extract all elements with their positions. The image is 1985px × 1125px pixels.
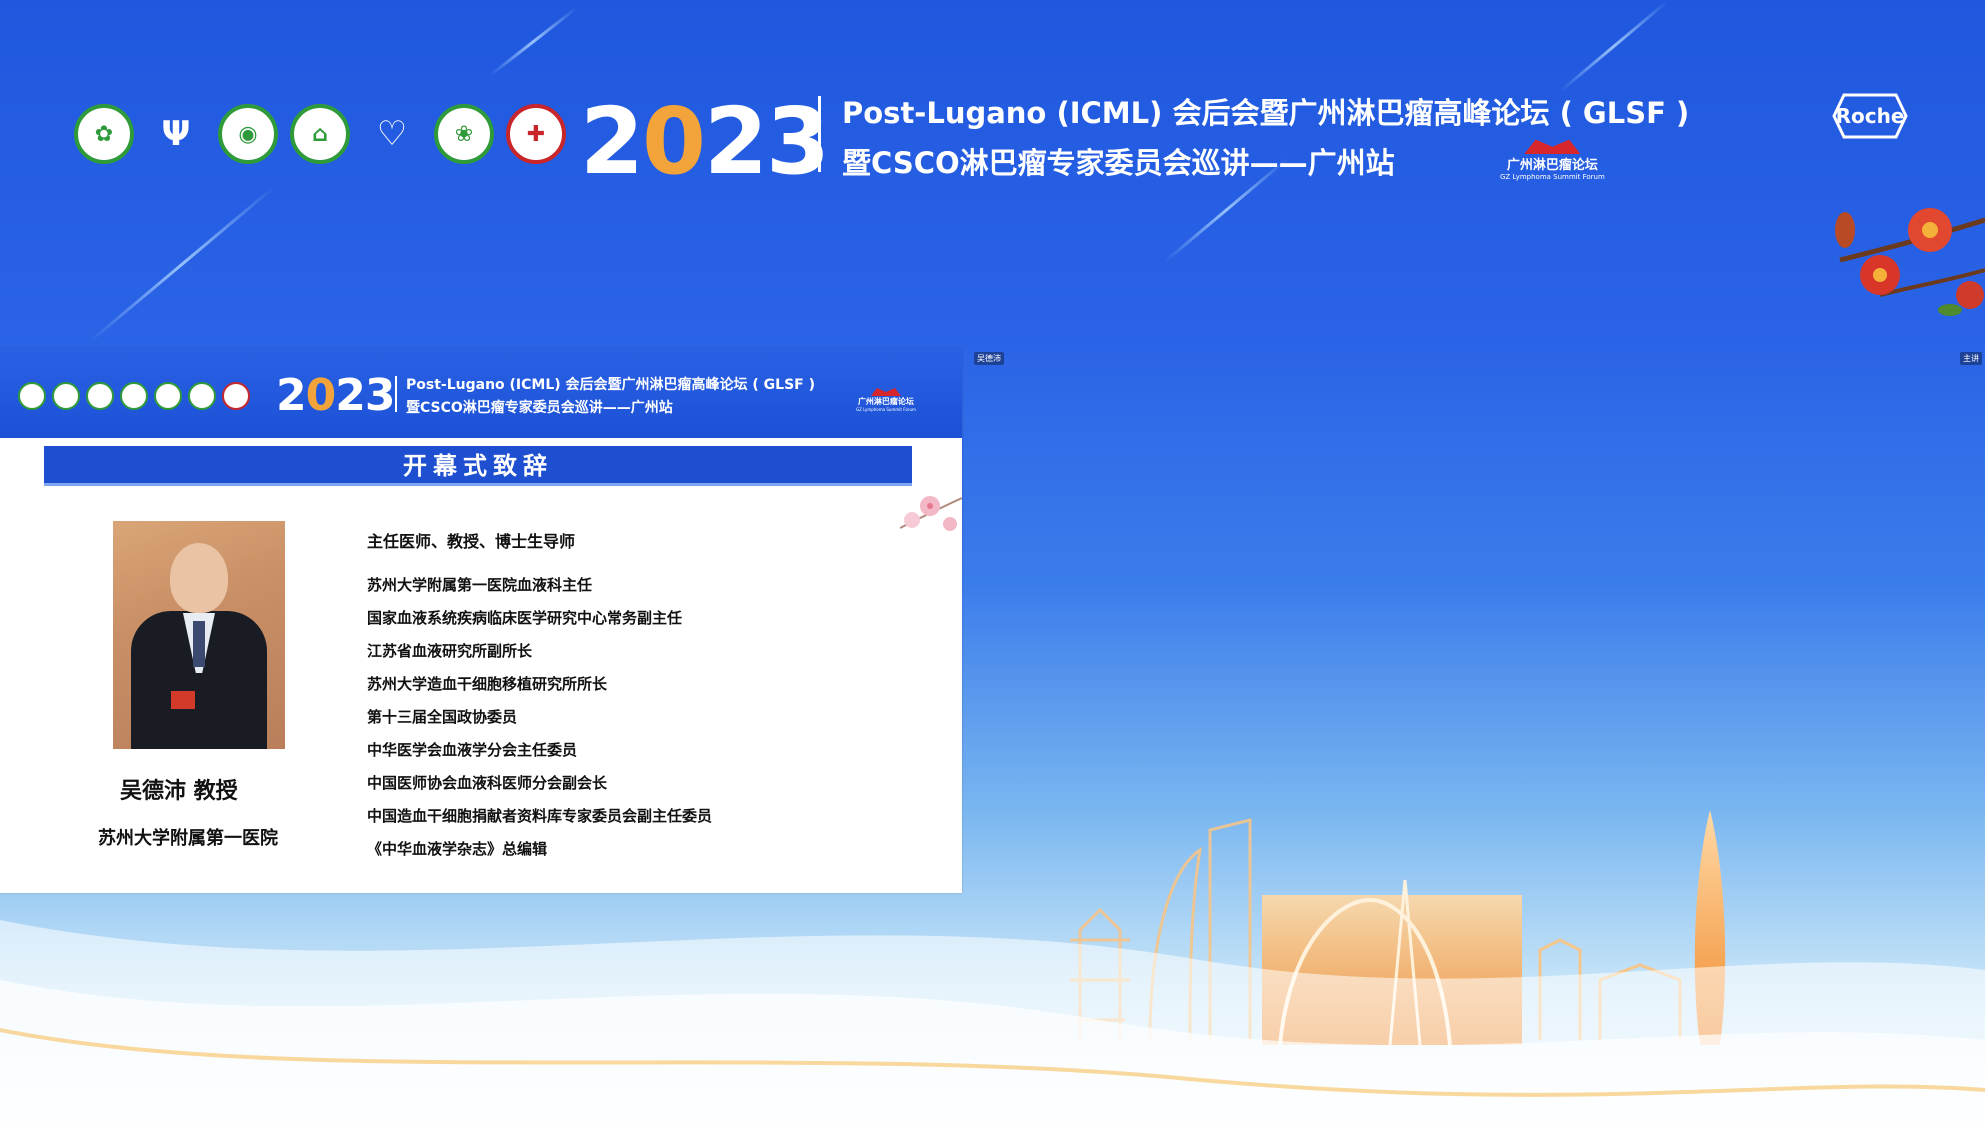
beijing-life-care-icon bbox=[154, 382, 182, 410]
list-item: 中国造血干细胞捐献者资料库专家委员会副主任委员 bbox=[367, 807, 713, 825]
organizer-logos: ✿ Ψ ◉ ⌂ ♡ ❀ ✚ bbox=[74, 104, 566, 164]
speaker-name: 吴德沛 教授 bbox=[120, 779, 238, 804]
delegate-badge-icon bbox=[171, 691, 195, 709]
light-streak bbox=[89, 186, 275, 343]
roche-logo: Roche bbox=[1832, 93, 1908, 139]
speaker-bio-list: 苏州大学附属第一医院血液科主任 国家血液系统疾病临床医学研究中心常务副主任 江苏… bbox=[367, 574, 712, 871]
list-item: 国家血液系统疾病临床医学研究中心常务副主任 bbox=[367, 609, 683, 627]
list-item: 《中华血液学杂志》总编辑 bbox=[367, 840, 548, 858]
green-seal-icon: ✿ bbox=[74, 104, 134, 164]
slide-forum-name-en: GZ Lymphoma Summit Forum bbox=[856, 407, 916, 412]
green-seal-icon: ❀ bbox=[434, 104, 494, 164]
slide-header: 2023 Post-Lugano (ICML) 会后会暨广州淋巴瘤高峰论坛 ( … bbox=[0, 348, 962, 438]
slide-title-line1: Post-Lugano (ICML) 会后会暨广州淋巴瘤高峰论坛 ( GLSF … bbox=[406, 377, 816, 393]
green-ring-icon bbox=[86, 382, 114, 410]
list-item: 中国医师协会血液科医师分会副会长 bbox=[367, 774, 608, 792]
list-item: 苏州大学造血干细胞移植研究所所长 bbox=[367, 675, 608, 693]
event-title-line2: 暨CSCO淋巴瘤专家委员会巡讲——广州站 bbox=[842, 146, 1395, 180]
participant-name-tag: 吴德沛 bbox=[974, 352, 1004, 365]
slide-title-divider bbox=[395, 376, 397, 412]
list-item: 苏州大学附属第一医院血液科主任 bbox=[367, 576, 593, 594]
village-seal-icon: ⌂ bbox=[290, 104, 350, 164]
speaker-portrait bbox=[113, 521, 285, 749]
background-waves bbox=[0, 920, 1985, 1125]
light-streak bbox=[1559, 0, 1669, 93]
speaker-role-tag: 主讲 bbox=[1960, 352, 1982, 365]
meeting-screen: ✿ Ψ ◉ ⌂ ♡ ❀ ✚ 2023 Post-Lugano (ICML) 会后… bbox=[0, 0, 1985, 1125]
speaker-title: 主任医师、教授、博士生导师 bbox=[367, 532, 576, 551]
forum-roof-icon bbox=[870, 388, 901, 396]
red-cross-seal-icon bbox=[222, 382, 250, 410]
slide-title-line2: 暨CSCO淋巴瘤专家委员会巡讲——广州站 bbox=[406, 400, 673, 416]
section-title: 开幕式致辞 bbox=[44, 446, 912, 486]
speaker-organization: 苏州大学附属第一医院 bbox=[98, 828, 278, 849]
green-seal-icon bbox=[188, 382, 216, 410]
green-ring-icon: ◉ bbox=[218, 104, 278, 164]
blossom-decoration-icon bbox=[900, 496, 962, 531]
cscf-figure-icon bbox=[52, 382, 80, 410]
forum-name-cn: 广州淋巴瘤论坛 bbox=[1506, 158, 1598, 173]
forum-name-en: GZ Lymphoma Summit Forum bbox=[1500, 173, 1605, 181]
slide-forum-logo: 广州淋巴瘤论坛 GZ Lymphoma Summit Forum bbox=[856, 386, 916, 412]
green-seal-icon bbox=[18, 382, 46, 410]
kapok-flower-icon bbox=[1835, 208, 1985, 316]
list-item: 中华医学会血液学分会主任委员 bbox=[367, 741, 578, 759]
list-item: 江苏省血液研究所副所长 bbox=[367, 642, 533, 660]
forum-roof-icon bbox=[1524, 139, 1581, 154]
event-title-line1: Post-Lugano (ICML) 会后会暨广州淋巴瘤高峰论坛 ( GLSF … bbox=[842, 96, 1690, 130]
shared-slide: 2023 Post-Lugano (ICML) 会后会暨广州淋巴瘤高峰论坛 ( … bbox=[0, 348, 962, 893]
event-year: 2023 bbox=[580, 88, 830, 195]
forum-logo: 广州淋巴瘤论坛 GZ Lymphoma Summit Forum bbox=[1500, 136, 1605, 181]
village-seal-icon bbox=[120, 382, 148, 410]
slide-forum-name-cn: 广州淋巴瘤论坛 bbox=[857, 397, 914, 406]
light-streak bbox=[489, 6, 578, 77]
beijing-life-care-icon: ♡ bbox=[376, 114, 408, 154]
list-item: 第十三届全国政协委员 bbox=[367, 708, 518, 726]
sponsor-name: Roche bbox=[1835, 104, 1905, 128]
cscf-figure-icon: Ψ bbox=[161, 114, 191, 154]
title-divider bbox=[818, 96, 821, 172]
slide-event-year: 2023 bbox=[276, 370, 395, 421]
slide-organizer-logos bbox=[18, 382, 250, 410]
red-cross-seal-icon: ✚ bbox=[506, 104, 566, 164]
